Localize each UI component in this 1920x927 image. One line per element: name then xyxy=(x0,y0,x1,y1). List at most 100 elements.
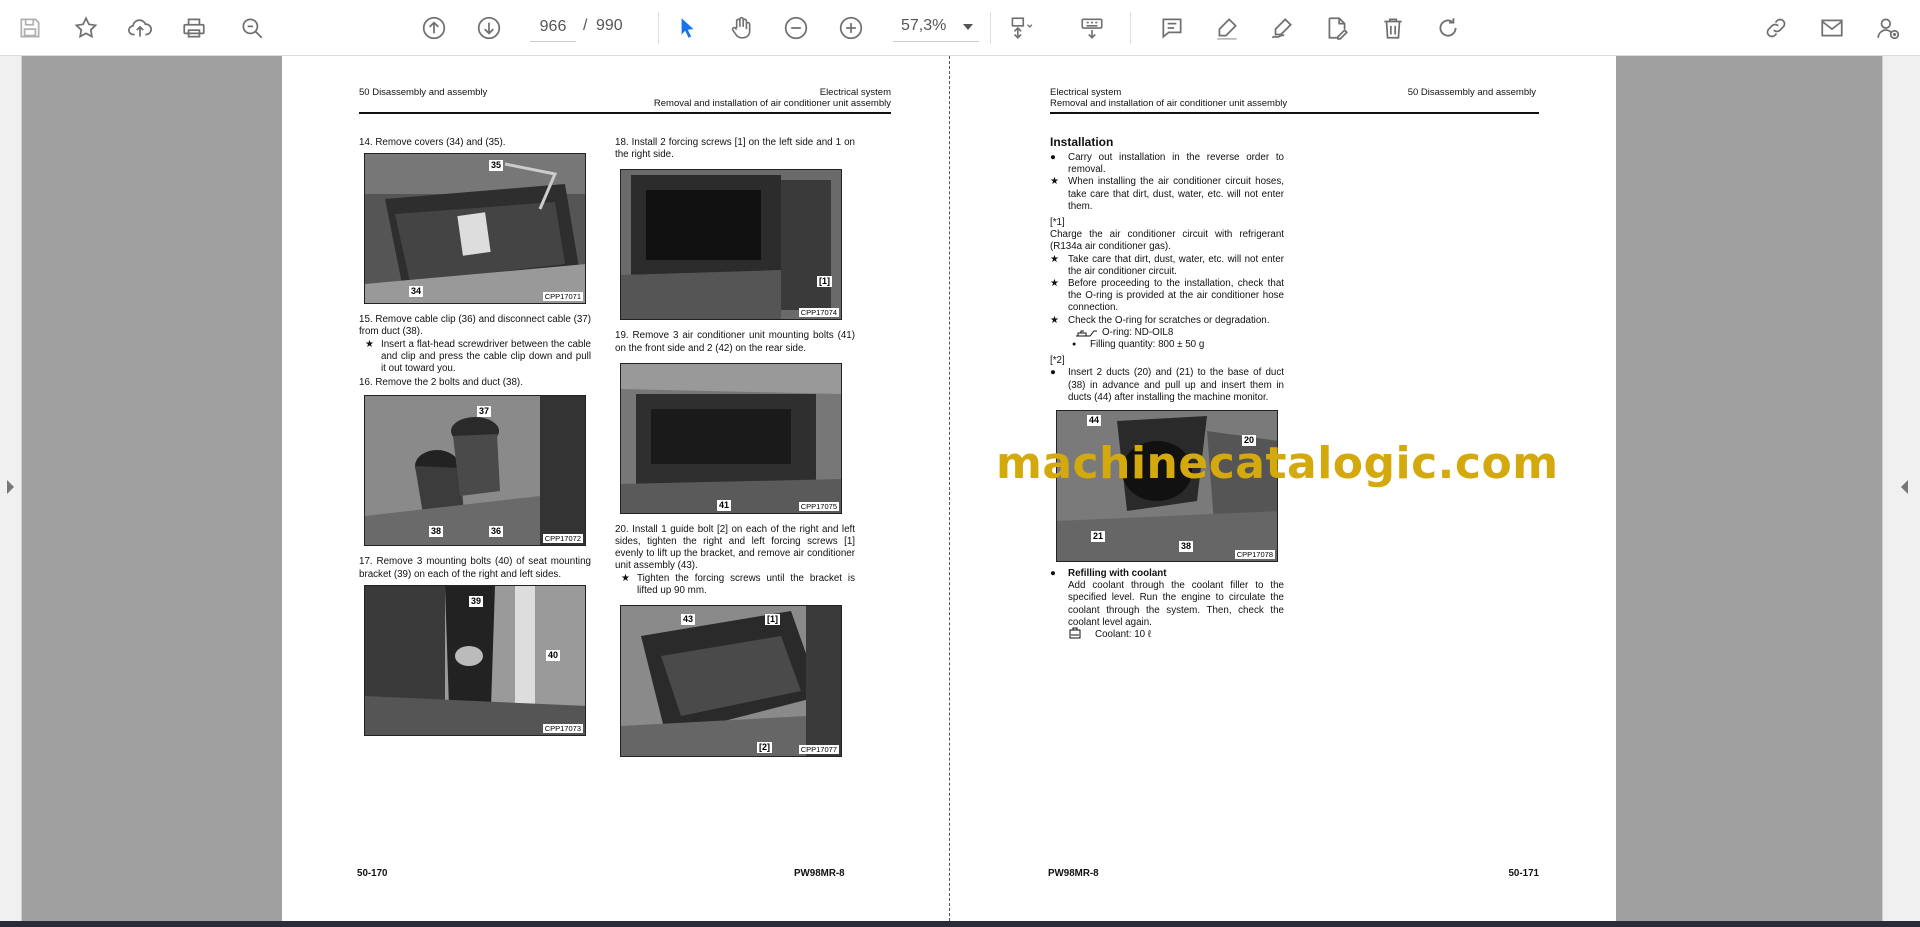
photo-code: CPP17073 xyxy=(542,723,583,733)
bullet-reverse-order: ● Carry out installation in the reverse o… xyxy=(1050,152,1284,176)
coolant-spec: Coolant: 10 ℓ xyxy=(1050,627,1284,641)
footer-page-number: 50-171 xyxy=(1508,868,1539,879)
footer-page-number: 50-170 xyxy=(357,868,388,879)
callout-40: 40 xyxy=(546,649,561,661)
forcing-screw-photo xyxy=(621,170,841,320)
comment-icon[interactable] xyxy=(1154,10,1190,46)
expand-right-icon xyxy=(1901,480,1908,494)
step-15-note: ★ Insert a flat-head screwdriver between … xyxy=(359,339,591,376)
bullet-marker: ● xyxy=(1050,152,1056,163)
page-total: 990 xyxy=(596,17,623,34)
bullet-text: Insert 2 ducts (20) and (21) to the base… xyxy=(1068,367,1284,403)
redo-icon[interactable] xyxy=(1430,10,1466,46)
photo-code: CPP17071 xyxy=(542,292,583,302)
ref-2: [*2] xyxy=(1050,355,1065,367)
header-left-line-1: Electrical system xyxy=(1050,87,1122,98)
callout-36: 36 xyxy=(489,526,504,538)
hand-tool-icon[interactable] xyxy=(723,10,759,46)
step-14: 14. Remove covers (34) and (35). xyxy=(359,137,506,148)
oring-text: O-ring: ND-OIL8 xyxy=(1102,326,1174,338)
bullet-insert-ducts: ● Insert 2 ducts (20) and (21) to the bas… xyxy=(1050,367,1284,404)
step-18: 18. Install 2 forcing screws [1] on the … xyxy=(615,137,855,161)
unit-lift-photo xyxy=(621,606,841,757)
oil-can-icon xyxy=(1076,330,1097,337)
header-rule xyxy=(1050,112,1539,114)
photo-code: CPP17075 xyxy=(798,501,839,511)
zoom-level-select[interactable]: 57,3% xyxy=(893,12,979,42)
left-panel-toggle[interactable] xyxy=(0,56,22,921)
delete-trash-icon[interactable] xyxy=(1375,10,1411,46)
highlight-pen-icon[interactable] xyxy=(1209,10,1245,46)
refill-heading: ● Refilling with coolant xyxy=(1050,568,1284,580)
save-icon[interactable] xyxy=(12,10,48,46)
search-zoom-icon[interactable] xyxy=(234,10,270,46)
installation-column: Installation ● Carry out installation in … xyxy=(1050,134,1284,641)
zoom-out-icon[interactable] xyxy=(778,10,814,46)
note-text: Check the O-ring for scratches or degrad… xyxy=(1068,314,1270,326)
step-17: 17. Remove 3 mounting bolts (40) of seat… xyxy=(359,556,591,580)
step-15-note-text: Insert a flat-head screwdriver between t… xyxy=(381,338,591,375)
note-text: Take care that dirt, dust, water, etc. w… xyxy=(1068,253,1284,277)
callout-41: 41 xyxy=(717,499,732,511)
callout-37: 37 xyxy=(477,406,492,418)
photo-cpp17075: 41 CPP17075 xyxy=(620,362,842,514)
header-left: 50 Disassembly and assembly xyxy=(359,87,488,98)
draw-sign-icon[interactable] xyxy=(1264,10,1300,46)
photo-code: CPP17074 xyxy=(798,308,839,318)
photo-cpp17073: 39 40 CPP17073 xyxy=(364,584,586,736)
step-20-note-text: Tighten the forcing screws until the bra… xyxy=(637,572,855,596)
oring-spec: O-ring: ND-OIL8 xyxy=(1050,327,1284,339)
header-rule xyxy=(359,112,891,114)
scroll-mode-icon[interactable] xyxy=(1074,10,1110,46)
expand-left-icon xyxy=(7,480,14,494)
star-marker: ★ xyxy=(1050,314,1059,326)
star-marker: ★ xyxy=(365,338,374,350)
filling-spec: ● Filling quantity: 800 ± 50 g xyxy=(1050,339,1284,351)
note-oring-provided: ★ Before proceeding to the installation, … xyxy=(1050,278,1284,315)
callout-43: 43 xyxy=(681,614,696,626)
print-icon[interactable] xyxy=(176,10,212,46)
chevron-down-icon xyxy=(963,24,973,30)
upload-cloud-icon[interactable] xyxy=(122,10,158,46)
taskbar-edge xyxy=(0,921,1920,927)
bullet-marker: ● xyxy=(1050,367,1056,379)
right-panel-toggle[interactable] xyxy=(1882,56,1920,921)
toolbar-divider xyxy=(990,12,991,44)
account-user-icon[interactable] xyxy=(1870,10,1906,46)
bullet-text: Carry out installation in the reverse or… xyxy=(1068,152,1284,176)
step-15: 15. Remove cable clip (36) and disconnec… xyxy=(359,314,591,338)
page-number-input[interactable]: 966 xyxy=(530,12,576,42)
engine-cover-photo xyxy=(365,154,585,304)
photo-cpp17077: 43 [1] [2] CPP17077 xyxy=(620,605,842,758)
document-viewer: 50 Disassembly and assembly Electrical s… xyxy=(0,56,1920,921)
header-left-line-2: Removal and installation of air conditio… xyxy=(1050,97,1288,109)
step-20-note: ★ Tighten the forcing screws until the br… xyxy=(615,573,855,597)
previous-page-icon[interactable] xyxy=(416,10,452,46)
charge-text: Charge the air conditioner circuit with … xyxy=(1050,229,1284,253)
toolbar-divider xyxy=(658,12,659,44)
section-title: Installation xyxy=(1050,135,1114,149)
callout-38: 38 xyxy=(1179,541,1194,553)
email-icon[interactable] xyxy=(1814,10,1850,46)
photo-code: CPP17078 xyxy=(1234,550,1275,560)
select-cursor-icon[interactable] xyxy=(669,10,705,46)
star-marker: ★ xyxy=(621,572,630,584)
bookmark-star-icon[interactable] xyxy=(68,10,104,46)
fit-page-icon[interactable] xyxy=(1002,10,1038,46)
photo-cpp17074: [1] CPP17074 xyxy=(620,169,842,321)
edit-document-icon[interactable] xyxy=(1319,10,1355,46)
toolbar-divider xyxy=(1130,12,1131,44)
callout-2: [2] xyxy=(757,742,772,754)
share-link-icon[interactable] xyxy=(1758,10,1794,46)
note-hoses: ★ When installing the air conditioner cir… xyxy=(1050,176,1284,213)
note-text: Before proceeding to the installation, c… xyxy=(1068,278,1284,314)
zoom-in-icon[interactable] xyxy=(833,10,869,46)
coolant-icon xyxy=(1069,627,1081,639)
toolbar: 966 / 990 57,3% xyxy=(0,0,1920,56)
callout-38: 38 xyxy=(429,526,444,538)
next-page-icon[interactable] xyxy=(471,10,507,46)
watermark-text: machinecatalogic.com xyxy=(996,438,1559,489)
callout-44: 44 xyxy=(1087,415,1102,427)
ref-1: [*1] xyxy=(1050,217,1065,229)
page-50-170: 50 Disassembly and assembly Electrical s… xyxy=(282,56,949,921)
